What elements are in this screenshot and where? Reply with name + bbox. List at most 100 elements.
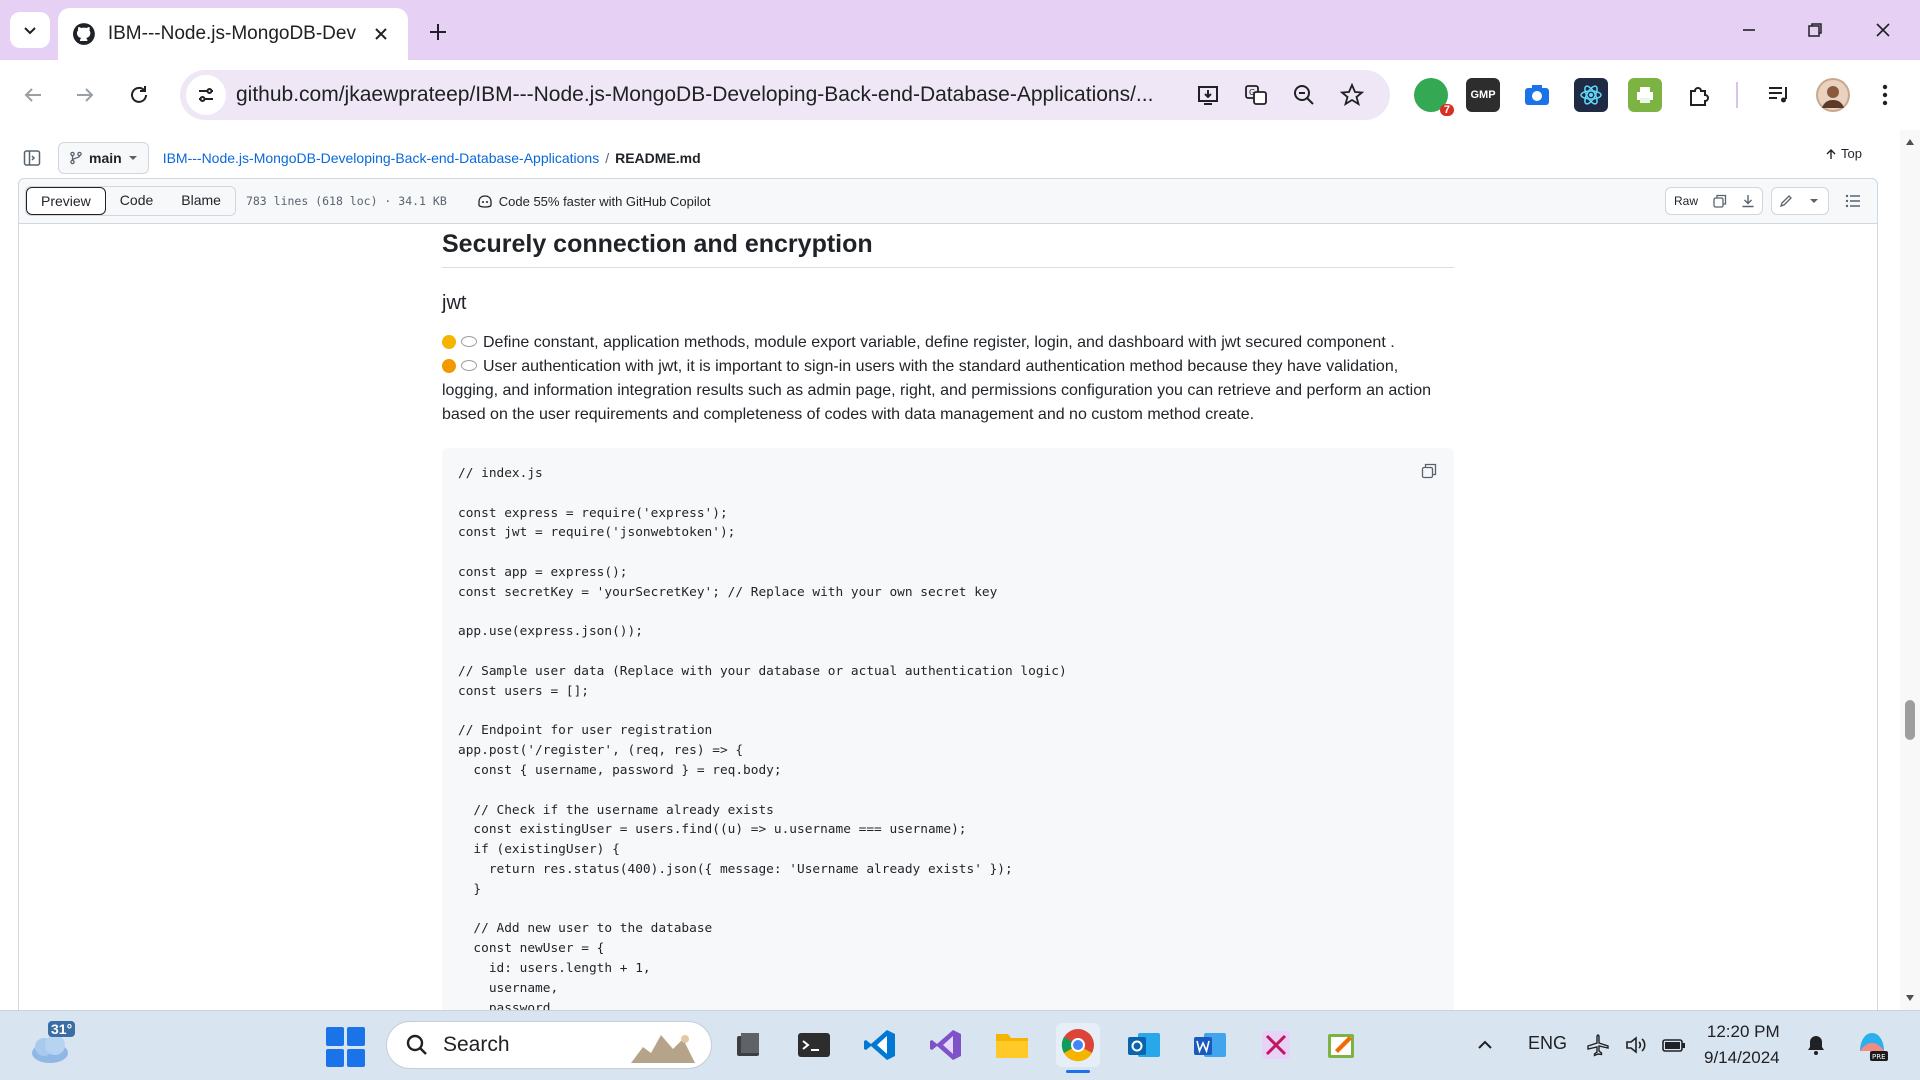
copy-raw-button[interactable] [1706,188,1734,214]
taskbar-search[interactable]: Search [386,1021,712,1069]
visual-studio-app[interactable] [924,1023,968,1067]
scroll-down-button[interactable] [1904,992,1916,1004]
readme-content: Securely connection and encryption jwt D… [442,230,1454,427]
tab-code[interactable]: Code [105,187,168,215]
minimize-icon [1743,29,1755,31]
install-app-button[interactable] [1192,79,1224,111]
top-button[interactable]: Top [1825,146,1862,161]
start-button[interactable] [326,1027,366,1067]
terminal-app[interactable] [792,1023,836,1067]
reload-button[interactable] [118,74,160,116]
file-navigation-bar: main IBM---Node.js-MongoDB-Developing-Ba… [18,140,1878,176]
site-info-button[interactable] [186,75,226,115]
chevron-down-icon [24,27,36,35]
edit-dropdown-button[interactable] [1800,188,1828,214]
extension-badge-icon[interactable]: 7 [1414,78,1454,116]
search-icon [406,1034,427,1055]
puzzle-icon [1690,87,1709,106]
scroll-up-button[interactable] [1904,136,1916,148]
camera-extension-icon[interactable] [1520,78,1554,112]
chrome-icon [1061,1029,1094,1062]
task-view-app[interactable] [726,1023,770,1067]
repo-link[interactable]: IBM---Node.js-MongoDB-Developing-Back-en… [163,150,600,166]
download-button[interactable] [1734,188,1762,214]
copilot-text: Code 55% faster with GitHub Copilot [498,193,711,209]
battery-button[interactable] [1656,1023,1692,1067]
branch-selector[interactable]: main [58,142,149,174]
file-explorer-app[interactable] [990,1023,1034,1067]
airplane-mode-icon-button[interactable] [1580,1023,1616,1067]
queue-music-icon [1769,87,1787,103]
bookmark-button[interactable] [1336,79,1368,111]
address-bar[interactable]: github.com/jkaewprateep/IBM---Node.js-Mo… [180,70,1390,120]
visual-studio-icon [930,1030,961,1060]
list-unordered-icon [1845,194,1860,208]
forward-button[interactable] [64,74,106,116]
copy-icon [1713,194,1727,208]
new-tab-button[interactable] [420,14,456,50]
paragraph-line-1: Define constant, application methods, mo… [483,334,1395,351]
scrollbar-thumb[interactable] [1905,700,1915,740]
tab-blame[interactable]: Blame [167,187,235,215]
section-subheading: jwt [442,292,467,314]
translate-button[interactable]: G [1240,79,1272,111]
zoom-button[interactable] [1288,79,1320,111]
back-button[interactable] [12,74,54,116]
printer-icon [1637,87,1653,103]
show-hidden-icons-button[interactable] [1468,1023,1502,1067]
react-devtools-icon[interactable] [1574,78,1608,112]
branch-name: main [89,150,122,166]
copilot-promo-link[interactable]: Code 55% faster with GitHub Copilot [477,193,711,209]
close-window-button[interactable] [1852,8,1914,52]
speaker-icon [1626,1036,1646,1054]
minimize-button[interactable] [1718,8,1780,52]
sidebar-expand-icon [23,150,41,166]
page-scrollbar[interactable] [1900,130,1920,1010]
tab-preview[interactable]: Preview [26,187,106,215]
outlook-app[interactable] [1122,1023,1166,1067]
vscode-icon [864,1030,895,1060]
system-clock[interactable]: 12:20 PM 9/14/2024 [1704,1019,1780,1071]
chevron-up-icon [1478,1040,1492,1049]
section-heading: Securely connection and encryption [442,230,1454,268]
printer-extension-icon[interactable] [1628,78,1662,112]
svg-text:G: G [1249,88,1255,97]
snipping-tool-app[interactable] [1254,1023,1298,1067]
paint-app[interactable] [1320,1023,1364,1067]
raw-button[interactable]: Raw [1666,188,1706,214]
chrome-app-active[interactable] [1056,1023,1100,1073]
translate-icon: G [1245,85,1267,105]
word-app[interactable] [1188,1023,1232,1067]
notifications-button[interactable] [1798,1023,1834,1067]
copy-code-button[interactable] [1418,460,1440,482]
browser-tab-active[interactable]: IBM---Node.js-MongoDB-Developing-Back-en… [58,8,408,60]
edit-button[interactable] [1772,188,1800,214]
speech-bubble-icon [461,336,477,347]
readme-paragraph: Define constant, application methods, mo… [442,331,1454,427]
terminal-icon [798,1033,830,1057]
vscode-app[interactable] [858,1023,902,1067]
extensions-menu-button[interactable] [1682,78,1716,112]
outline-button[interactable] [1837,187,1869,215]
volume-button[interactable] [1618,1023,1654,1067]
temperature: 31° [48,1021,76,1037]
profile-avatar[interactable] [1816,78,1850,112]
tab-title: IBM---Node.js-MongoDB-Developing-Back-en… [107,23,356,44]
close-icon [375,28,387,40]
snipping-tool-icon [1262,1031,1290,1059]
tab-search-button[interactable] [10,12,50,48]
browser-menu-button[interactable] [1868,78,1902,112]
copy-icon [1421,463,1437,479]
media-control-button[interactable] [1762,78,1796,112]
gmp-extension-icon[interactable]: GMP [1466,78,1500,112]
restore-button[interactable] [1784,8,1846,52]
tab-close-button[interactable] [368,21,394,47]
caret-down-icon [128,156,137,160]
file-name: README.md [615,150,701,166]
copilot-button[interactable]: PRE [1850,1023,1894,1067]
triangle-up-icon [1906,139,1914,145]
code-content: // index.js const express = require('exp… [458,466,1067,1016]
language-indicator[interactable]: ENG [1528,1033,1567,1054]
toggle-file-tree-button[interactable] [18,144,46,172]
battery-icon [1662,1039,1685,1052]
